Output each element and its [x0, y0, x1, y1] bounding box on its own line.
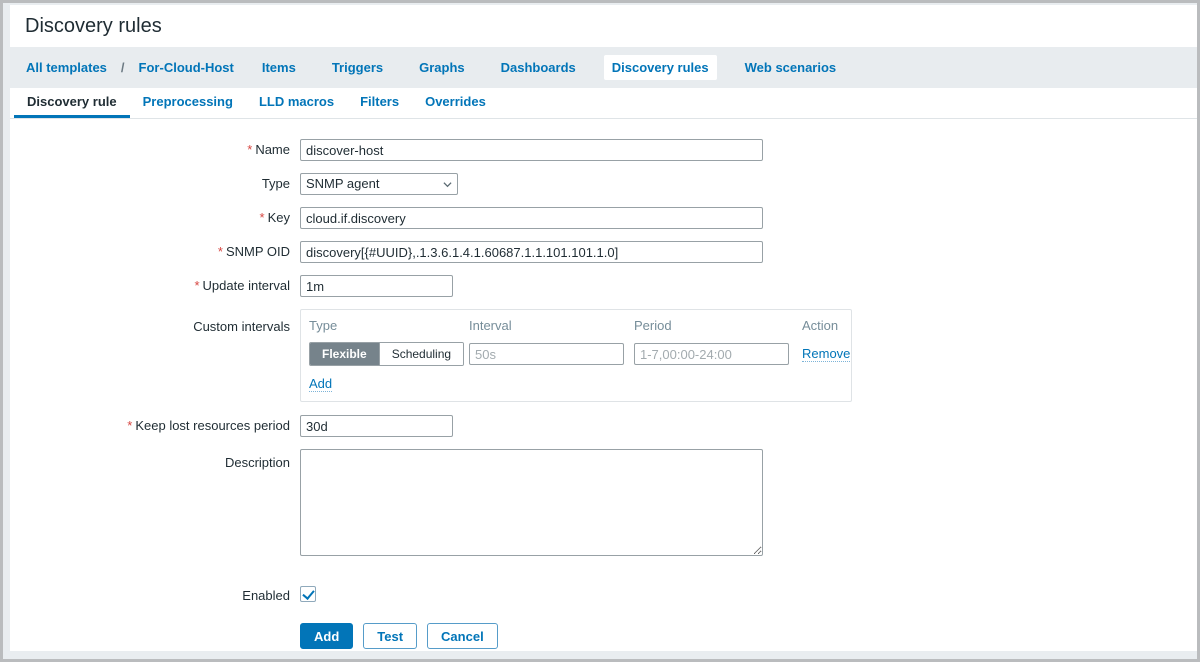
- remove-interval-link[interactable]: Remove: [802, 346, 850, 362]
- form-footer: Add Test Cancel: [10, 623, 1197, 649]
- breadcrumb: All templates / For-Cloud-Host Items Tri…: [10, 47, 1197, 88]
- description-textarea[interactable]: [300, 449, 763, 556]
- add-button[interactable]: Add: [300, 623, 353, 649]
- custom-intervals-header: Type Interval Period Action: [309, 318, 843, 333]
- snmp-oid-row: *SNMP OID: [10, 241, 1197, 263]
- enabled-row: Enabled: [10, 585, 1197, 607]
- nav-item-web-scenarios[interactable]: Web scenarios: [737, 55, 845, 80]
- name-row: *Name: [10, 139, 1197, 161]
- enabled-checkbox[interactable]: [300, 586, 316, 602]
- add-interval-link[interactable]: Add: [309, 376, 332, 392]
- nav-item-items[interactable]: Items: [254, 55, 304, 80]
- required-asterisk: *: [218, 244, 223, 259]
- name-label: *Name: [10, 139, 300, 161]
- column-header-action: Action: [802, 318, 843, 333]
- nav-item-graphs[interactable]: Graphs: [411, 55, 473, 80]
- tab-bar: Discovery rule Preprocessing LLD macros …: [10, 88, 1197, 119]
- required-asterisk: *: [260, 210, 265, 225]
- required-asterisk: *: [247, 142, 252, 157]
- interval-type-flexible-button[interactable]: Flexible: [310, 343, 379, 365]
- custom-interval-row: Flexible Scheduling Remove: [309, 342, 843, 366]
- breadcrumb-template-link[interactable]: For-Cloud-Host: [139, 60, 234, 75]
- title-band: Discovery rules: [10, 5, 1197, 47]
- tab-lld-macros[interactable]: LLD macros: [246, 88, 347, 118]
- description-label: Description: [10, 449, 300, 561]
- type-label: Type: [10, 173, 300, 195]
- enabled-label: Enabled: [10, 585, 300, 607]
- update-interval-input[interactable]: [300, 275, 453, 297]
- column-header-period: Period: [634, 318, 802, 333]
- column-header-type: Type: [309, 318, 469, 333]
- lifetime-row: *Keep lost resources period: [10, 415, 1197, 437]
- type-select-value[interactable]: SNMP agent: [300, 173, 458, 195]
- page-container: Discovery rules All templates / For-Clou…: [10, 5, 1197, 651]
- custom-intervals-table: Type Interval Period Action Flexible Sch…: [300, 309, 852, 402]
- interval-type-toggle: Flexible Scheduling: [309, 342, 464, 366]
- key-label: *Key: [10, 207, 300, 229]
- update-interval-label: *Update interval: [10, 275, 300, 297]
- custom-intervals-row: Custom intervals Type Interval Period Ac…: [10, 309, 1197, 402]
- required-asterisk: *: [194, 278, 199, 293]
- update-interval-row: *Update interval: [10, 275, 1197, 297]
- period-input[interactable]: [634, 343, 789, 365]
- nav-item-triggers[interactable]: Triggers: [324, 55, 391, 80]
- name-input[interactable]: [300, 139, 763, 161]
- type-row: Type SNMP agent: [10, 173, 1197, 195]
- app-window: Discovery rules All templates / For-Clou…: [0, 0, 1200, 662]
- tab-overrides[interactable]: Overrides: [412, 88, 499, 118]
- custom-intervals-label: Custom intervals: [10, 309, 300, 402]
- interval-type-scheduling-button[interactable]: Scheduling: [379, 343, 463, 365]
- nav-item-dashboards[interactable]: Dashboards: [493, 55, 584, 80]
- nav-item-discovery-rules[interactable]: Discovery rules: [604, 55, 717, 80]
- snmp-oid-label: *SNMP OID: [10, 241, 300, 263]
- key-row: *Key: [10, 207, 1197, 229]
- tab-filters[interactable]: Filters: [347, 88, 412, 118]
- breadcrumb-separator: /: [121, 60, 125, 75]
- lifetime-input[interactable]: [300, 415, 453, 437]
- cancel-button[interactable]: Cancel: [427, 623, 498, 649]
- interval-input[interactable]: [469, 343, 624, 365]
- key-input[interactable]: [300, 207, 763, 229]
- column-header-interval: Interval: [469, 318, 634, 333]
- tab-discovery-rule[interactable]: Discovery rule: [14, 88, 130, 118]
- breadcrumb-all-templates-link[interactable]: All templates: [26, 60, 107, 75]
- lifetime-label: *Keep lost resources period: [10, 415, 300, 437]
- description-row: Description: [10, 449, 1197, 561]
- test-button[interactable]: Test: [363, 623, 417, 649]
- page-title: Discovery rules: [25, 15, 162, 38]
- required-asterisk: *: [127, 418, 132, 433]
- snmp-oid-input[interactable]: [300, 241, 763, 263]
- type-select[interactable]: SNMP agent: [300, 173, 458, 195]
- tab-preprocessing[interactable]: Preprocessing: [130, 88, 246, 118]
- form-content: *Name Type SNMP agent *Key *SNMP OID: [10, 119, 1197, 651]
